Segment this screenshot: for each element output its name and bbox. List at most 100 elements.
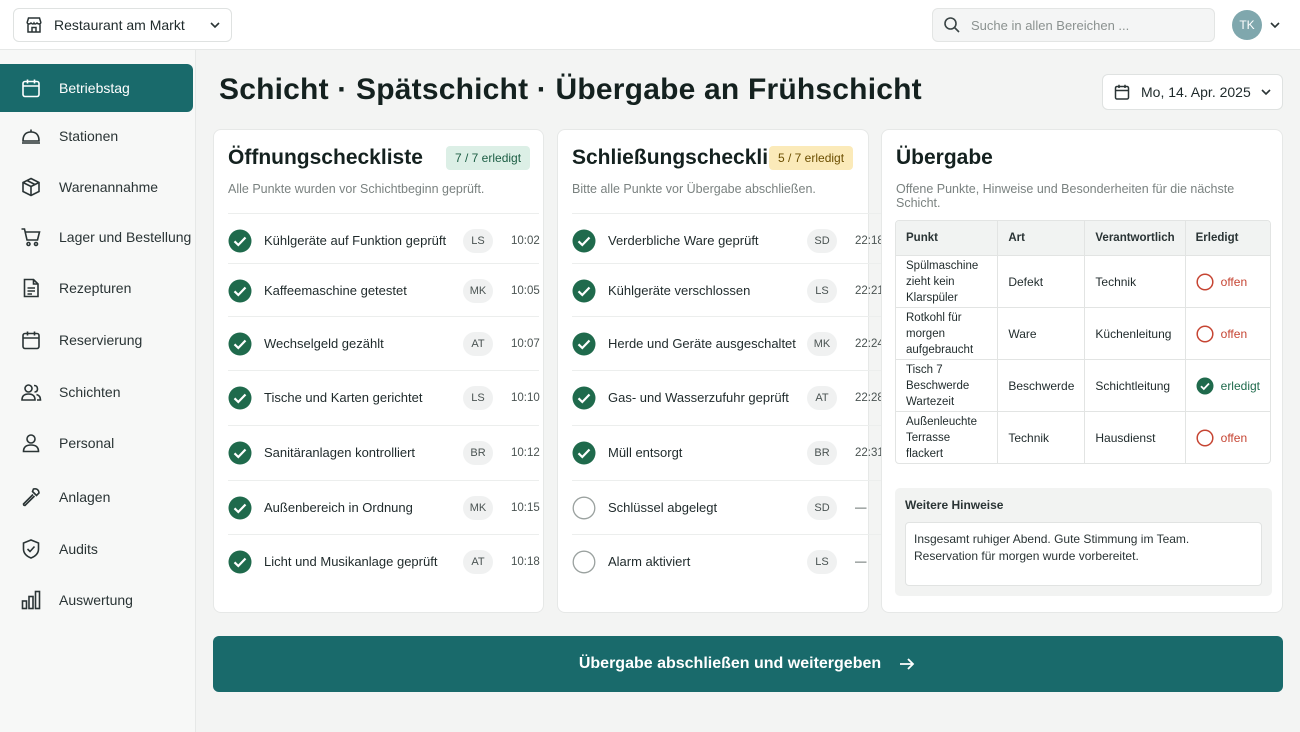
table-row[interactable]: Rotkohl für morgen aufgebraucht Ware Küche…	[896, 307, 1270, 359]
checklist-item[interactable]: Müll entsorgt BR 22:31	[572, 425, 884, 479]
sidebar-item-auswertung[interactable]: Auswertung	[0, 576, 193, 624]
cart-icon	[20, 226, 42, 248]
table-row[interactable]: Spülmaschine zieht kein Klarspüler Defekt…	[896, 255, 1270, 307]
checklist-item[interactable]: Verderbliche Ware geprüft SD 22:18	[572, 213, 884, 267]
timestamp: 10:18	[511, 555, 540, 568]
notes-label: Weitere Hinweise	[905, 498, 1004, 512]
checklist-item[interactable]: Alarm aktiviert LS —	[572, 534, 883, 588]
status-indicator[interactable]: offen	[1196, 428, 1260, 447]
sidebar-item-label: Betriebstag	[59, 80, 130, 96]
sidebar-item-label: Warenannahme	[59, 179, 159, 195]
checklist-item-label: Verderbliche Ware geprüft	[608, 233, 759, 248]
sidebar-item-label: Reservierung	[59, 332, 143, 348]
check-circle-icon[interactable]	[572, 332, 596, 356]
user-avatar[interactable]: TK	[1232, 10, 1262, 40]
sidebar-item-stationen[interactable]: Stationen	[0, 112, 193, 160]
sidebar-item-label: Lager und Bestellung	[59, 229, 192, 245]
search-icon	[943, 16, 961, 34]
table-row[interactable]: Außenleuchte Terrasse flackert Technik Hau…	[896, 411, 1270, 463]
status-indicator[interactable]: erledigt	[1196, 377, 1260, 395]
sidebar-item-betriebstag[interactable]: Betriebstag	[0, 64, 193, 112]
cell-punkt: Außenleuchte Terrasse flackert	[896, 411, 999, 463]
empty-circle-icon[interactable]	[572, 550, 596, 574]
checklist-item[interactable]: Gas- und Wasserzufuhr geprüft AT 22:28	[572, 370, 884, 424]
checklist-item-label: Alarm aktiviert	[608, 554, 691, 569]
checklist-item[interactable]: Kaffeemaschine getestet MK 10:05	[228, 263, 540, 317]
cell-verantwortlich: Technik	[1085, 255, 1186, 307]
chevron-down-icon[interactable]	[1269, 19, 1281, 31]
venue-selector[interactable]: Restaurant am Markt	[13, 8, 232, 42]
checklist-item[interactable]: Tische und Karten gerichtet LS 10:10	[228, 370, 540, 424]
status-label: offen	[1220, 326, 1248, 341]
handover-table: Punkt Art Verantwortlich Erledigt Spülma…	[895, 220, 1271, 464]
cell-erledigt: offen	[1185, 255, 1270, 307]
status-indicator[interactable]: offen	[1196, 272, 1260, 291]
check-circle-icon[interactable]	[228, 550, 252, 574]
document-icon	[20, 277, 42, 299]
check-circle-icon[interactable]	[228, 229, 252, 253]
checklist-item[interactable]: Licht und Musikanlage geprüft AT 10:18	[228, 534, 540, 588]
date-picker[interactable]: Mo, 14. Apr. 2025	[1102, 74, 1283, 110]
sidebar-item-personal[interactable]: Personal	[0, 419, 193, 467]
checklist-item[interactable]: Außenbereich in Ordnung MK 10:15	[228, 480, 540, 534]
column-header-punkt: Punkt	[896, 221, 999, 255]
search-input[interactable]	[971, 17, 1204, 33]
assignee-initials: LS	[463, 228, 493, 253]
check-circle-icon[interactable]	[572, 441, 596, 465]
checklist-item[interactable]: Wechselgeld gezählt AT 10:07	[228, 316, 540, 370]
timestamp: 22:28	[855, 391, 884, 404]
cell-verantwortlich: Schichtleitung	[1085, 359, 1186, 411]
checklist-item[interactable]: Herde und Geräte ausgeschaltet MK 22:24	[572, 316, 884, 370]
cell-erledigt: offen	[1185, 307, 1270, 359]
check-circle-icon[interactable]	[228, 386, 252, 410]
status-label: erledigt	[1220, 378, 1260, 393]
timestamp: 22:24	[855, 337, 884, 350]
timestamp: 10:07	[511, 337, 540, 350]
check-circle-icon[interactable]	[228, 279, 252, 303]
sidebar-item-schichten[interactable]: Schichten	[0, 368, 193, 416]
sidebar-item-reservierung[interactable]: Reservierung	[0, 316, 193, 364]
sidebar-item-anlagen[interactable]: Anlagen	[0, 473, 193, 521]
cell-erledigt: erledigt	[1185, 359, 1270, 411]
assignee-initials: SD	[807, 228, 837, 253]
sidebar-item-rezepturen[interactable]: Rezepturen	[0, 264, 193, 312]
sidebar-item-label: Anlagen	[59, 489, 111, 505]
sidebar-item-label: Schichten	[59, 384, 121, 400]
check-circle-icon[interactable]	[228, 496, 252, 520]
check-circle-icon[interactable]	[228, 441, 252, 465]
users-icon	[20, 381, 42, 403]
cell-art: Beschwerde	[998, 359, 1086, 411]
check-circle-icon[interactable]	[228, 332, 252, 356]
bar-chart-icon	[20, 589, 42, 611]
cell-erledigt: offen	[1185, 411, 1270, 463]
sidebar-item-lager[interactable]: Lager und Bestellung	[0, 213, 193, 261]
checklist-item[interactable]: Kühlgeräte auf Funktion geprüft LS 10:02	[228, 213, 540, 267]
checklist-item[interactable]: Schlüssel abgelegt SD —	[572, 480, 883, 534]
check-circle-icon[interactable]	[572, 279, 596, 303]
opening-checklist-card: Öffnungscheckliste 7 / 7 erledigt Alle P…	[213, 129, 544, 613]
empty-circle-icon	[1196, 272, 1214, 291]
sidebar-item-label: Rezepturen	[59, 280, 132, 296]
cell-art: Defekt	[998, 255, 1086, 307]
timestamp: 22:21	[855, 284, 884, 297]
table-row[interactable]: Tisch 7 Beschwerde Wartezeit Beschwerde Sc…	[896, 359, 1270, 411]
checklist-item[interactable]: Sanitäranlagen kontrolliert BR 10:12	[228, 425, 540, 479]
global-search[interactable]	[932, 8, 1215, 42]
assignee-initials: SD	[807, 495, 837, 520]
closing-checklist-card: Schließungscheckliste 5 / 7 erledigt Bit…	[557, 129, 884, 613]
check-circle-icon[interactable]	[572, 229, 596, 253]
checklist-item[interactable]: Kühlgeräte verschlossen LS 22:21	[572, 263, 884, 317]
complete-handover-button[interactable]: Übergabe abschließen und weitergeben	[213, 636, 1283, 692]
calendar-icon	[20, 77, 42, 99]
assignee-initials: LS	[463, 385, 493, 410]
check-circle-icon[interactable]	[572, 386, 596, 410]
assignee-initials: LS	[807, 549, 837, 574]
timestamp: —	[855, 501, 867, 514]
sidebar-item-audits[interactable]: Audits	[0, 525, 193, 573]
empty-circle-icon[interactable]	[572, 496, 596, 520]
checklist-item-label: Schlüssel abgelegt	[608, 500, 718, 515]
sidebar-item-warenannahme[interactable]: Warenannahme	[0, 163, 193, 211]
notes-textarea[interactable]: Insgesamt ruhiger Abend. Gute Stimmung i…	[905, 522, 1262, 586]
status-indicator[interactable]: offen	[1196, 324, 1260, 343]
sidebar: Betriebstag Stationen Warenannahme Lager…	[0, 50, 196, 732]
